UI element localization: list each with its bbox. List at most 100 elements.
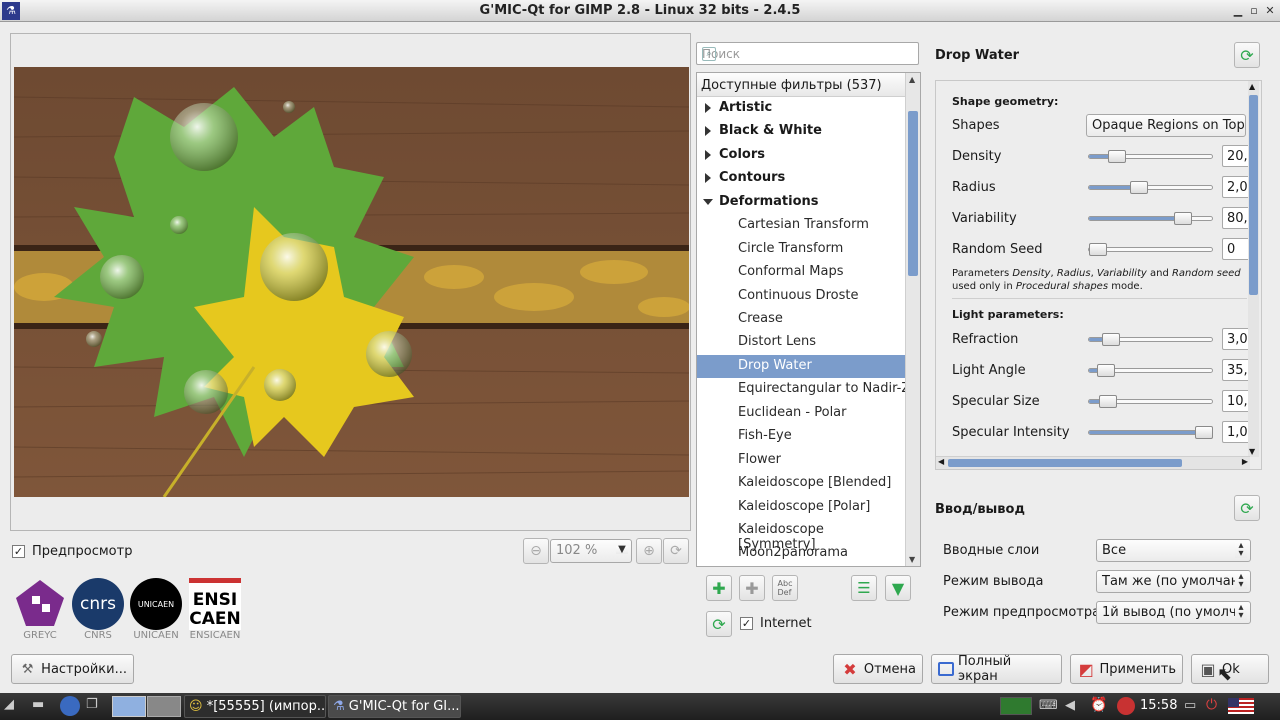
filter-item[interactable]: Distort Lens bbox=[697, 331, 905, 354]
shapes-combo[interactable]: Opaque Regions on Top L bbox=[1086, 114, 1246, 137]
add-favorite-button[interactable]: ✚ bbox=[706, 575, 732, 601]
scroll-left-icon[interactable]: ◀ bbox=[938, 457, 944, 466]
variability-slider[interactable] bbox=[1088, 212, 1213, 225]
fullscreen-button[interactable]: Полный экран bbox=[931, 654, 1062, 684]
tree-category[interactable]: Colors bbox=[697, 144, 905, 167]
slider-handle[interactable] bbox=[1089, 243, 1107, 256]
slider-handle[interactable] bbox=[1195, 426, 1213, 439]
search-icon[interactable]: ⌕ bbox=[702, 47, 716, 61]
update-filters-button[interactable]: ⟳ bbox=[706, 611, 732, 637]
scroll-right-icon[interactable]: ▶ bbox=[1242, 457, 1248, 466]
filter-item[interactable]: Crease bbox=[697, 308, 905, 331]
filter-search-input[interactable]: Поиск ⌕ bbox=[696, 42, 919, 65]
light-angle-slider[interactable] bbox=[1088, 364, 1213, 377]
filter-item[interactable]: Equirectangular to Nadir-Ze bbox=[697, 378, 905, 401]
task-gmic[interactable]: ⚗ G'MIC-Qt for GI... bbox=[328, 695, 461, 718]
variability-spinbox[interactable]: 80, bbox=[1222, 207, 1250, 229]
collapse-icon[interactable] bbox=[703, 199, 713, 205]
workspace-1[interactable] bbox=[112, 696, 146, 717]
density-slider[interactable] bbox=[1088, 150, 1213, 163]
scroll-down-icon[interactable]: ▼ bbox=[909, 555, 915, 564]
expand-icon[interactable] bbox=[705, 126, 711, 136]
expand-icon[interactable] bbox=[705, 103, 711, 113]
zoom-reset-button[interactable]: ⟳ bbox=[663, 538, 689, 564]
cancel-button[interactable]: ✖ Отмена bbox=[833, 654, 923, 684]
scroll-up-icon[interactable]: ▲ bbox=[909, 75, 915, 84]
random-seed-slider[interactable] bbox=[1088, 243, 1213, 256]
slider-handle[interactable] bbox=[1102, 333, 1120, 346]
random-seed-spinbox[interactable]: 0 bbox=[1222, 238, 1250, 260]
light-angle-spinbox[interactable]: 35, bbox=[1222, 359, 1250, 381]
desktop-icon[interactable]: ▬ bbox=[32, 697, 52, 715]
filter-tree[interactable]: Доступные фильтры (537) Artistic Black &… bbox=[696, 72, 921, 567]
tree-category[interactable]: Contours bbox=[697, 167, 905, 190]
preview-toggle[interactable]: ✓ Предпросмотр bbox=[12, 544, 132, 559]
alarm-icon[interactable]: ⏰ bbox=[1090, 697, 1107, 713]
browser-icon[interactable] bbox=[60, 696, 80, 716]
internet-checkbox[interactable]: ✓ bbox=[740, 617, 753, 630]
scrollbar-thumb[interactable] bbox=[908, 111, 918, 276]
parameters-panel[interactable]: Shape geometry: Shapes Opaque Regions on… bbox=[935, 80, 1262, 470]
record-icon[interactable] bbox=[1117, 697, 1135, 715]
tree-category[interactable]: Black & White bbox=[697, 120, 905, 143]
volume-icon[interactable]: ◀ bbox=[1065, 698, 1075, 713]
zoom-out-button[interactable]: ⊖ bbox=[523, 538, 549, 564]
network-icon[interactable]: ⌨ bbox=[1039, 698, 1058, 713]
filter-item[interactable]: Fish-Eye bbox=[697, 425, 905, 448]
clock[interactable]: 15:58 bbox=[1140, 698, 1177, 713]
radius-spinbox[interactable]: 2,0 bbox=[1222, 176, 1250, 198]
reset-parameters-button[interactable]: ⟳ bbox=[1234, 42, 1260, 68]
specular-size-slider[interactable] bbox=[1088, 395, 1213, 408]
maximize-icon[interactable]: ▫ bbox=[1246, 3, 1262, 19]
filter-tree-scrollbar[interactable]: ▲ ▼ bbox=[905, 73, 920, 566]
windows-icon[interactable]: ❐ bbox=[86, 697, 106, 715]
preview-image[interactable] bbox=[14, 67, 689, 497]
settings-button[interactable]: ⚒ Настройки... bbox=[11, 654, 134, 684]
filter-item[interactable]: Cartesian Transform bbox=[697, 214, 905, 237]
density-spinbox[interactable]: 20, bbox=[1222, 145, 1250, 167]
filter-item[interactable]: Kaleidoscope [Polar] bbox=[697, 496, 905, 519]
scroll-up-icon[interactable]: ▲ bbox=[1249, 82, 1255, 91]
screen-icon[interactable]: ▭ bbox=[1184, 698, 1196, 713]
radius-slider[interactable] bbox=[1088, 181, 1213, 194]
close-icon[interactable]: ✕ bbox=[1262, 3, 1278, 19]
window-titlebar[interactable]: ⚗ G'MIC-Qt for GIMP 2.8 - Linux 32 bits … bbox=[0, 0, 1280, 22]
expand-icon[interactable] bbox=[705, 150, 711, 160]
filter-item[interactable]: Conformal Maps bbox=[697, 261, 905, 284]
specular-size-spinbox[interactable]: 10, bbox=[1222, 390, 1250, 412]
apply-button[interactable]: ◩ Применить bbox=[1070, 654, 1183, 684]
select-filters-button[interactable]: ☰ bbox=[851, 575, 877, 601]
filter-item[interactable]: Moon2panorama bbox=[697, 542, 905, 565]
power-icon[interactable]: ⏻ bbox=[1206, 697, 1217, 713]
preview-checkbox[interactable]: ✓ bbox=[12, 545, 25, 558]
filter-item[interactable]: Kaleidoscope [Blended] bbox=[697, 472, 905, 495]
filter-item-selected[interactable]: Drop Water bbox=[697, 355, 905, 378]
filter-item[interactable]: Kaleidoscope [Symmetry] bbox=[697, 519, 905, 552]
refraction-slider[interactable] bbox=[1088, 333, 1213, 346]
scrollbar-thumb[interactable] bbox=[1249, 95, 1258, 295]
scroll-down-icon[interactable]: ▼ bbox=[1249, 447, 1255, 456]
filter-item[interactable]: Flower bbox=[697, 449, 905, 472]
specular-intensity-spinbox[interactable]: 1,0 bbox=[1222, 421, 1250, 443]
zoom-in-button[interactable]: ⊕ bbox=[636, 538, 662, 564]
filter-tree-header[interactable]: Доступные фильтры (537) bbox=[697, 73, 905, 97]
output-mode-combo[interactable]: Там же (по умолчани ▴ ▾ bbox=[1096, 570, 1251, 593]
rename-favorite-button[interactable]: Abc Def bbox=[772, 575, 798, 601]
slider-handle[interactable] bbox=[1108, 150, 1126, 163]
task-gimp[interactable]: ☺ *[55555] (импор... bbox=[184, 695, 326, 718]
expand-icon[interactable] bbox=[705, 173, 711, 183]
filter-item[interactable]: Euclidean - Polar bbox=[697, 402, 905, 425]
us-flag-icon[interactable] bbox=[1228, 698, 1254, 714]
slider-handle[interactable] bbox=[1174, 212, 1192, 225]
tree-category[interactable]: Deformations bbox=[697, 191, 905, 214]
preview-mode-combo[interactable]: 1й вывод (по умолча ▴ ▾ bbox=[1096, 601, 1251, 624]
menu-icon[interactable]: ◢ bbox=[4, 697, 24, 715]
slider-handle[interactable] bbox=[1097, 364, 1115, 377]
specular-intensity-slider[interactable] bbox=[1088, 426, 1213, 439]
workspace-2[interactable] bbox=[147, 696, 181, 717]
tree-category[interactable]: Artistic bbox=[697, 97, 905, 120]
scrollbar-thumb[interactable] bbox=[948, 459, 1182, 467]
filter-item[interactable]: Circle Transform bbox=[697, 238, 905, 261]
internet-toggle[interactable]: ✓ Internet bbox=[740, 616, 812, 631]
slider-handle[interactable] bbox=[1130, 181, 1148, 194]
